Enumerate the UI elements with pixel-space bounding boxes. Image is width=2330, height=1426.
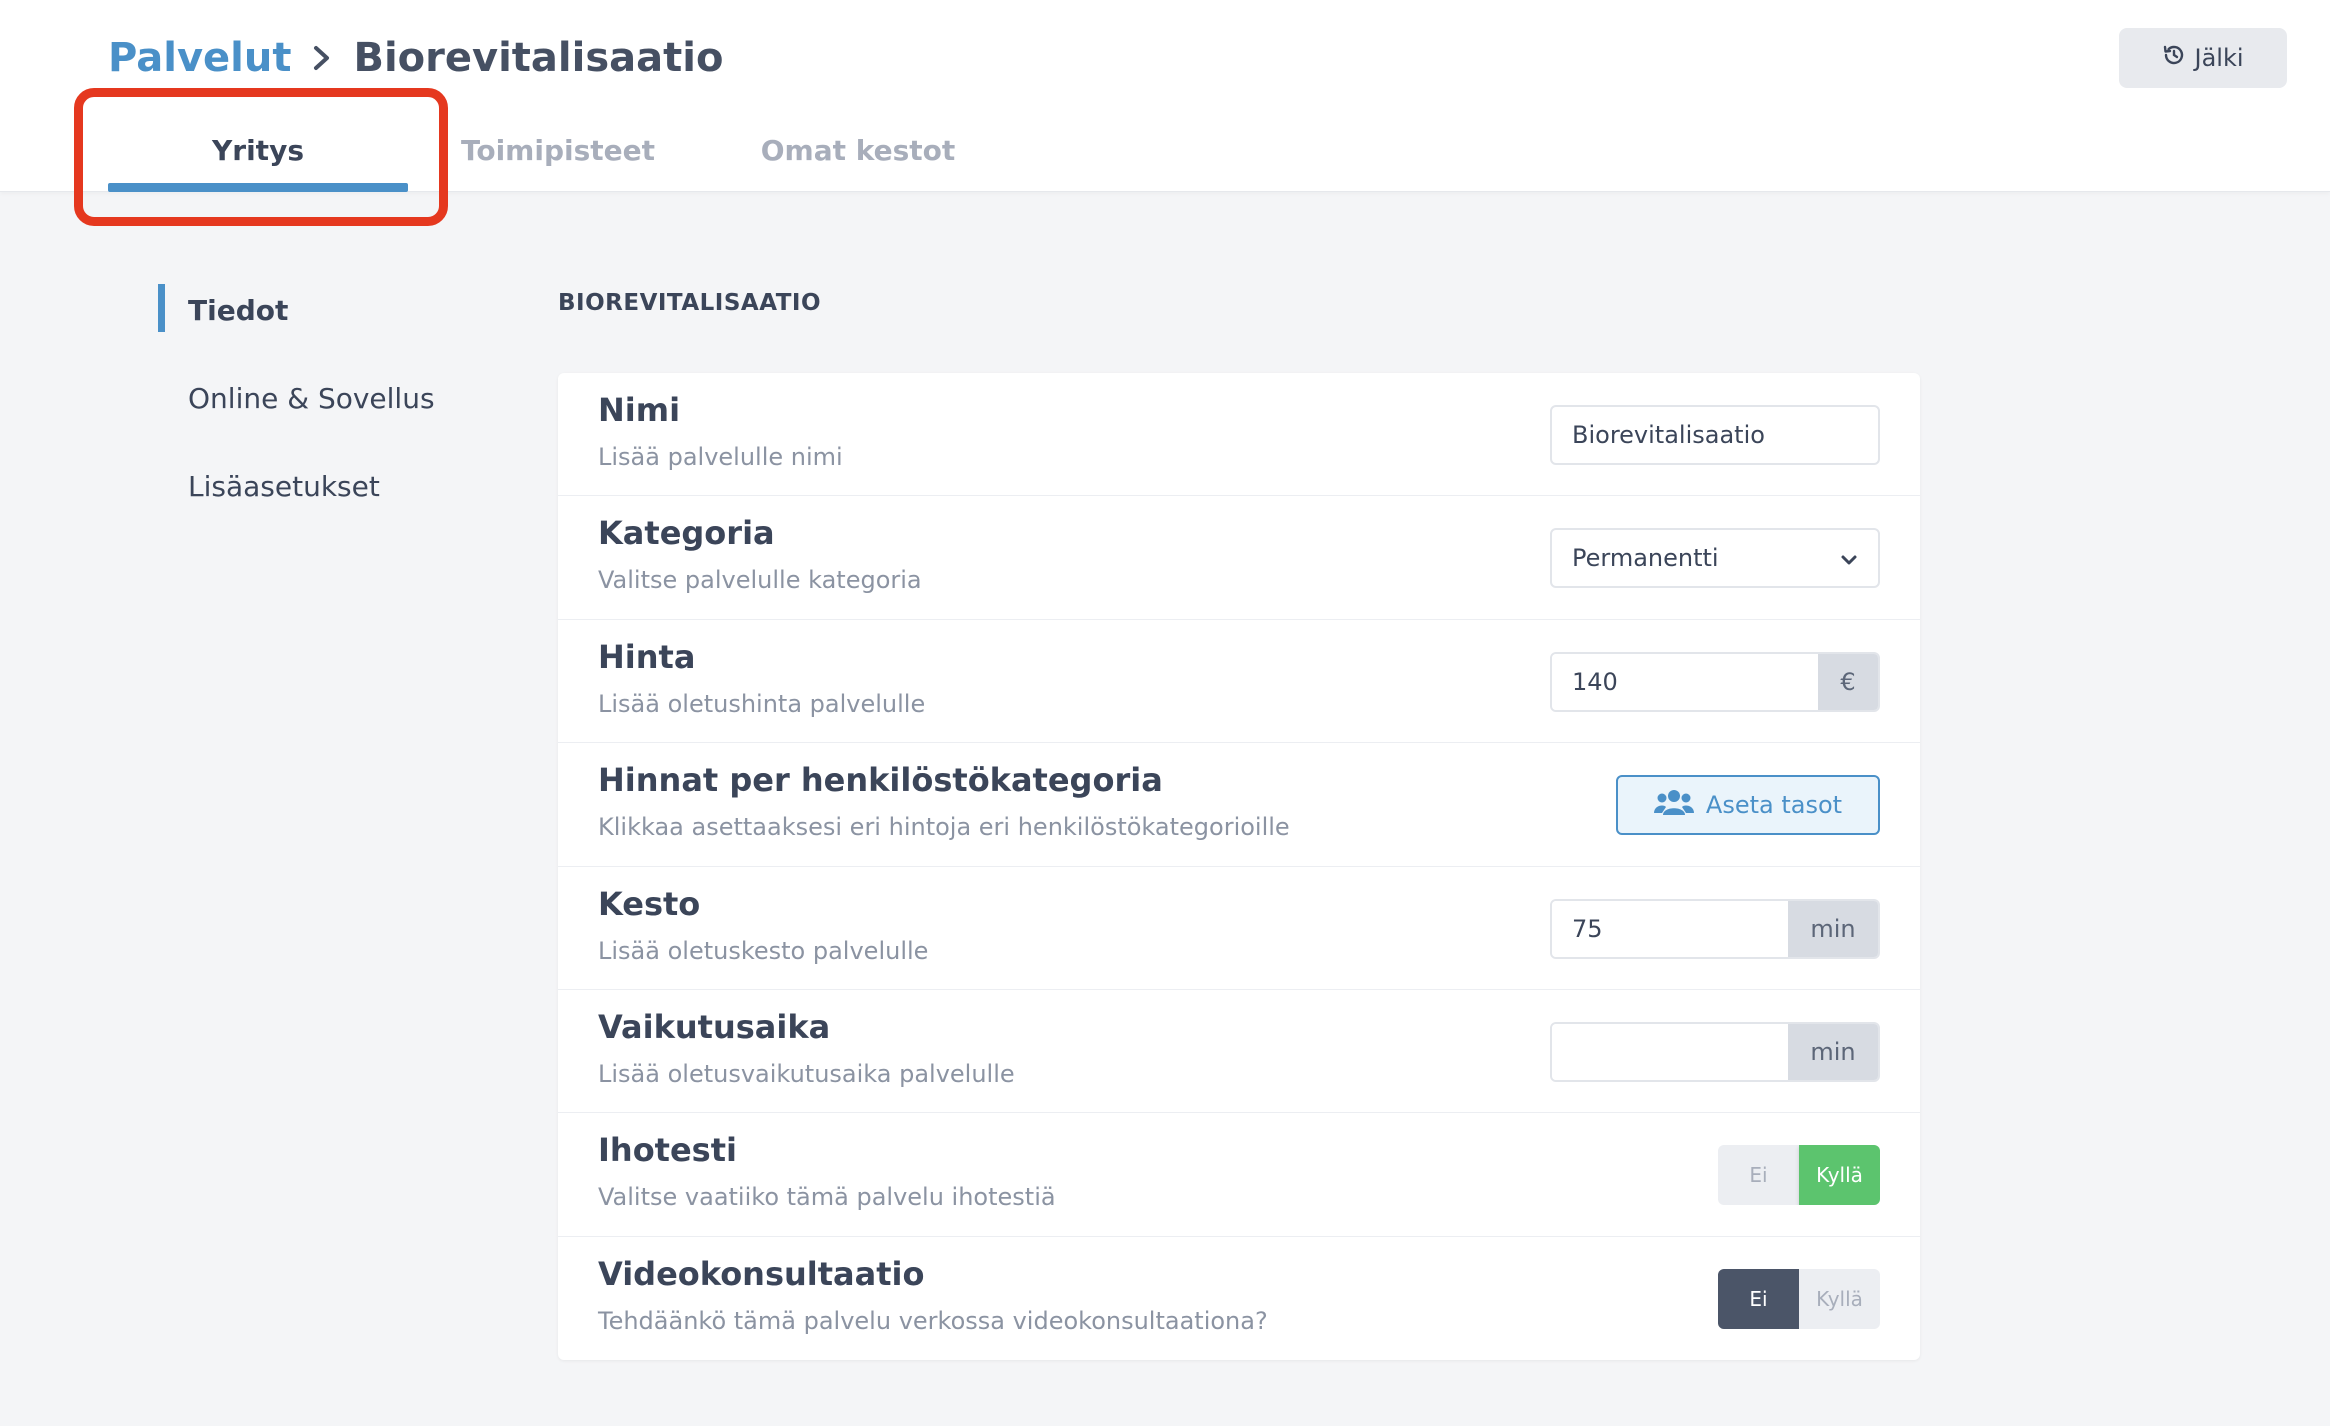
row-description: Lisää oletusvaikutusaika palvelulle [598,1059,1015,1088]
minutes-unit-addon: min [1788,900,1878,957]
tab-omat-kestot[interactable]: Omat kestot [708,120,1008,192]
skin-test-no-option[interactable]: Ei [1718,1145,1799,1206]
users-icon [1653,788,1694,822]
history-icon [2162,43,2186,73]
row-duration: Kesto Lisää oletuskesto palvelulle min [558,867,1920,990]
row-title: Kategoria [598,514,775,553]
price-input-group: € [1550,651,1880,712]
header: Palvelut Biorevitalisaatio Yritys Toimip… [0,0,2330,192]
skin-test-toggle: Ei Kyllä [1718,1145,1880,1206]
row-description: Klikkaa asettaaksesi eri hintoja eri hen… [598,813,1290,842]
euro-unit-addon: € [1818,653,1878,710]
price-input[interactable] [1552,653,1818,710]
breadcrumb: Palvelut Biorevitalisaatio [108,30,723,86]
breadcrumb-parent-link[interactable]: Palvelut [108,35,291,81]
chevron-down-icon [1840,544,1858,572]
row-effect-time: Vaikutusaika Lisää oletusvaikutusaika pa… [558,990,1920,1114]
row-staff-prices: Hinnat per henkilöstökategoria Klikkaa a… [558,743,1920,867]
row-video-consultation: Videokonsultaatio Tehdäänkö tämä palvelu… [558,1237,1920,1360]
video-consultation-toggle: Ei Kyllä [1718,1268,1880,1329]
category-select-value: Permanentti [1572,544,1719,573]
row-title: Videokonsultaatio [598,1254,925,1293]
effect-time-input-group: min [1550,1021,1880,1082]
duration-input[interactable] [1552,900,1788,957]
row-description: Tehdäänkö tämä palvelu verkossa videokon… [598,1306,1268,1335]
service-settings-card: Nimi Lisää palvelulle nimi Kategoria Val… [558,373,1920,1360]
video-yes-option[interactable]: Kyllä [1799,1268,1880,1329]
sidenav: Tiedot Online & Sovellus Lisäasetukset [158,280,498,544]
skin-test-yes-option[interactable]: Kyllä [1799,1145,1880,1206]
row-title: Vaikutusaika [598,1007,831,1046]
row-skin-test: Ihotesti Valitse vaatiiko tämä palvelu i… [558,1113,1920,1237]
row-title: Hinta [598,637,696,676]
row-description: Lisää palvelulle nimi [598,443,843,471]
sidenav-item-online-sovellus[interactable]: Online & Sovellus [158,368,498,428]
row-name: Nimi Lisää palvelulle nimi [558,373,1920,497]
row-description: Valitse palvelulle kategoria [598,566,922,595]
tab-bar: Yritys Toimipisteet Omat kestot [108,120,1008,192]
minutes-unit-addon: min [1788,1023,1878,1080]
category-select[interactable]: Permanentti [1550,528,1880,589]
row-title: Hinnat per henkilöstökategoria [598,761,1163,800]
row-title: Nimi [598,391,681,429]
row-description: Lisää oletushinta palvelulle [598,689,926,718]
duration-input-group: min [1550,898,1880,959]
row-title: Ihotesti [598,1131,737,1170]
tab-toimipisteet[interactable]: Toimipisteet [408,120,708,192]
history-button-label: Jälki [2194,44,2244,72]
name-input[interactable] [1550,405,1880,465]
set-levels-button[interactable]: Aseta tasot [1616,775,1880,836]
video-no-option[interactable]: Ei [1718,1268,1799,1329]
effect-time-input[interactable] [1552,1023,1788,1080]
tab-yritys[interactable]: Yritys [108,120,408,192]
section-title: BIOREVITALISAATIO [558,290,822,316]
row-description: Lisää oletuskesto palvelulle [598,936,929,965]
row-price: Hinta Lisää oletushinta palvelulle € [558,620,1920,744]
sidenav-item-tiedot[interactable]: Tiedot [158,280,498,340]
page-title: Biorevitalisaatio [353,35,724,81]
chevron-right-icon [309,45,335,71]
row-title: Kesto [598,884,701,923]
row-description: Valitse vaatiiko tämä palvelu ihotestiä [598,1183,1056,1212]
sidenav-item-lisaasetukset[interactable]: Lisäasetukset [158,456,498,516]
row-category: Kategoria Valitse palvelulle kategoria P… [558,496,1920,620]
history-button[interactable]: Jälki [2119,28,2287,88]
set-levels-button-label: Aseta tasot [1705,791,1843,820]
